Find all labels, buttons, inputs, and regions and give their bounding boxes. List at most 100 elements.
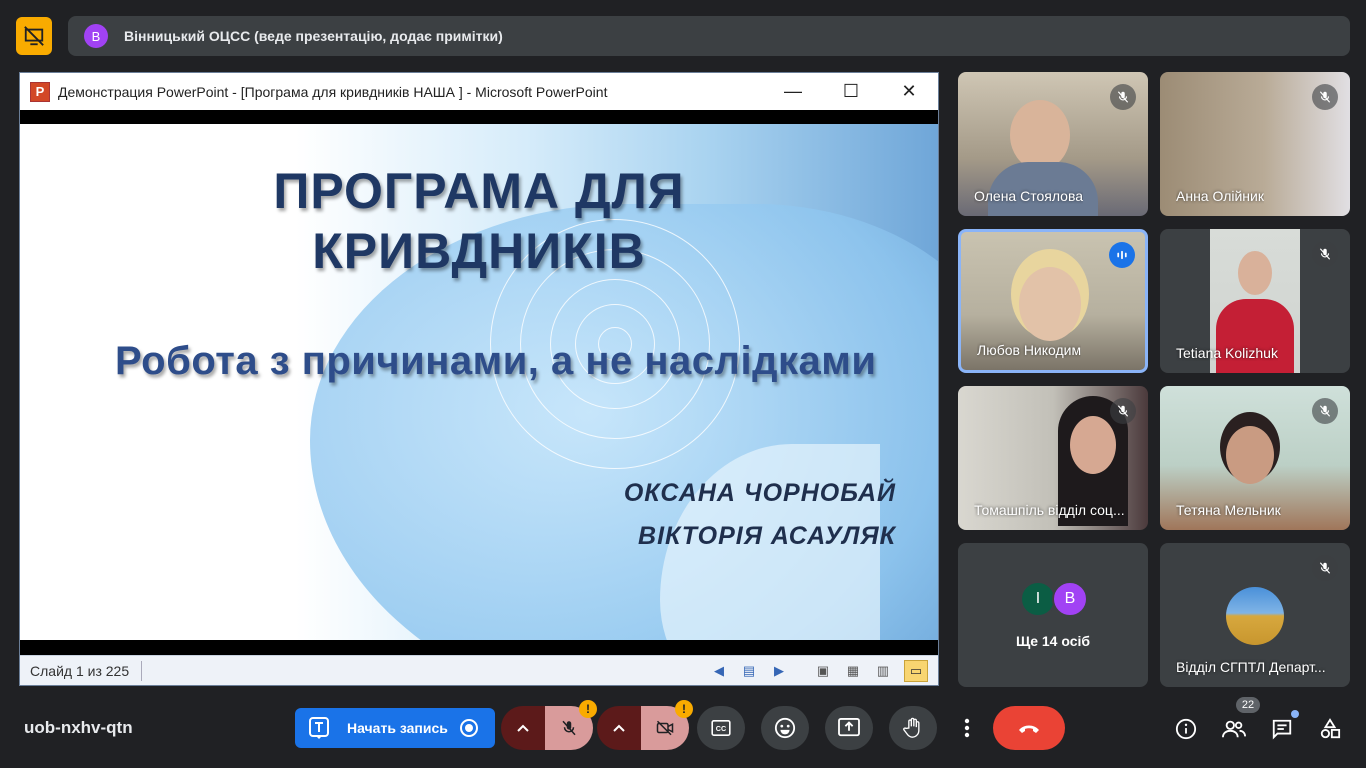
present-now-button[interactable]: [825, 706, 873, 750]
divider: [141, 660, 143, 681]
ppt-window-title: Демонстрация PowerPoint - [Програма для …: [58, 83, 608, 100]
mic-off-icon: [1312, 84, 1338, 110]
presenter-bar: В Вінницький ОЦСС (веде презентацію, дод…: [68, 16, 1350, 56]
participant-body: [1216, 299, 1294, 373]
slide: ПРОГРАМА ДЛЯ КРИВДНИКІВ Робота з причина…: [20, 124, 938, 640]
mic-off-icon: [1312, 241, 1338, 267]
chevron-up-icon: [517, 724, 529, 732]
presentation-off-icon: [24, 26, 44, 46]
record-icon: [460, 719, 478, 737]
people-icon[interactable]: [1219, 714, 1249, 744]
camera-off-icon: [656, 720, 674, 736]
mic-options-button[interactable]: [501, 706, 545, 750]
start-recording-label: Начать запись: [347, 720, 448, 736]
people-glyph: [1222, 720, 1246, 738]
participant-name: Анна Олійник: [1176, 188, 1264, 204]
participant-name: Любов Никодим: [977, 342, 1082, 358]
close-button[interactable]: ✕: [880, 73, 938, 110]
next-slide-icon[interactable]: ▶: [770, 662, 788, 680]
slideshow-view-icon[interactable]: ▭: [904, 660, 928, 682]
slide-menu-icon[interactable]: ▤: [740, 662, 758, 680]
mic-off-icon: [1110, 398, 1136, 424]
more-participants-tile[interactable]: І В Ще 14 осіб: [958, 543, 1148, 687]
chevron-up-icon: [613, 724, 625, 732]
reading-view-icon[interactable]: ▥: [874, 662, 892, 680]
more-options-button[interactable]: [953, 706, 981, 750]
emoji-icon: [774, 717, 796, 739]
slide-area: ПРОГРАМА ДЛЯ КРИВДНИКІВ Робота з причина…: [20, 110, 938, 656]
activities-icon[interactable]: [1315, 714, 1345, 744]
participant-tile[interactable]: Тетяна Мельник: [1160, 386, 1350, 530]
captions-icon: CC: [711, 720, 731, 736]
speaking-indicator-icon: [1109, 242, 1135, 268]
slide-subtitle: Робота з причинами, а не наслідками: [115, 339, 877, 383]
minimize-button[interactable]: —: [764, 73, 822, 110]
presenter-label: Вінницький ОЦСС (веде презентацію, додає…: [124, 28, 503, 44]
raise-hand-icon: [903, 717, 920, 738]
info-icon: [1175, 718, 1197, 740]
ppt-titlebar: P Демонстрация PowerPoint - [Програма дл…: [20, 73, 938, 110]
status-icons: ◀ ▤ ▶ ▣ ▦ ▥ ▭: [710, 660, 928, 682]
more-vert-icon: [964, 718, 970, 738]
chat-icon[interactable]: [1267, 710, 1299, 744]
participant-video: [1010, 100, 1070, 170]
camera-warning-badge: !: [675, 700, 693, 718]
present-screen-icon: [838, 718, 860, 737]
participant-tile[interactable]: Tetiana Kolizhuk: [1160, 229, 1350, 373]
chat-glyph: [1272, 719, 1292, 740]
participant-face: [1238, 251, 1272, 295]
participant-count-badge: 22: [1236, 697, 1260, 713]
captions-button[interactable]: CC: [697, 706, 745, 750]
stop-presenting-icon[interactable]: [16, 17, 52, 55]
hang-up-icon: [1019, 725, 1039, 733]
participant-tile[interactable]: Олена Стоялова: [958, 72, 1148, 216]
mic-control-group: !: [501, 700, 597, 750]
mic-warning-badge: !: [579, 700, 597, 718]
normal-view-icon[interactable]: ▣: [814, 662, 832, 680]
participant-video: [1070, 416, 1116, 474]
new-message-dot: [1291, 710, 1299, 718]
participant-name: Олена Стоялова: [974, 188, 1084, 204]
participant-name: Tetiana Kolizhuk: [1176, 345, 1278, 361]
participant-name: Томашпіль відділ соц...: [974, 502, 1125, 518]
participant-video: [1226, 426, 1274, 484]
camera-options-button[interactable]: [597, 706, 641, 750]
participant-tile[interactable]: Томашпіль відділ соц...: [958, 386, 1148, 530]
presenter-avatar: В: [84, 24, 108, 48]
previous-slide-icon[interactable]: ◀: [710, 662, 728, 680]
sorter-view-icon[interactable]: ▦: [844, 662, 862, 680]
participant-avatar: І: [1020, 581, 1056, 617]
mic-off-icon: [1312, 398, 1338, 424]
microphone-toggle-button[interactable]: !: [545, 700, 597, 750]
participant-tile-active[interactable]: Любов Никодим: [958, 229, 1148, 373]
transcript-icon: [309, 717, 329, 739]
leave-call-button[interactable]: [993, 706, 1065, 750]
slide-counter: Слайд 1 из 225: [30, 662, 130, 679]
mic-off-icon: [562, 720, 576, 736]
more-participants-label: Ще 14 осіб: [1015, 633, 1091, 649]
slide-title-line2: КРИВДНИКІВ: [312, 223, 646, 279]
camera-toggle-button[interactable]: !: [641, 700, 693, 750]
meeting-details-icon[interactable]: [1171, 714, 1201, 744]
camera-control-group: !: [597, 700, 693, 750]
mic-off-icon: [1312, 555, 1338, 581]
powerpoint-logo-icon: P: [30, 81, 50, 102]
slide-title-line1: ПРОГРАМА ДЛЯ: [273, 163, 685, 219]
slide-author-2: ВІКТОРІЯ АСАУЛЯК: [638, 522, 896, 550]
presentation-window: P Демонстрация PowerPoint - [Програма дл…: [19, 72, 939, 686]
shapes-icon: [1320, 718, 1341, 739]
participant-name: Тетяна Мельник: [1176, 502, 1281, 518]
maximize-button[interactable]: ☐: [822, 73, 880, 110]
participant-avatar: [1226, 587, 1284, 645]
reactions-button[interactable]: [761, 706, 809, 750]
mic-off-icon: [1110, 84, 1136, 110]
participant-avatar: В: [1052, 581, 1088, 617]
raise-hand-button[interactable]: [889, 706, 937, 750]
svg-text:CC: CC: [716, 724, 726, 733]
start-recording-button[interactable]: Начать запись: [295, 708, 495, 748]
participant-tile[interactable]: Відділ СГПТЛ Департ...: [1160, 543, 1350, 687]
participant-name: Відділ СГПТЛ Департ...: [1176, 659, 1326, 675]
ppt-statusbar: Слайд 1 из 225 ◀ ▤ ▶ ▣ ▦ ▥ ▭: [20, 655, 938, 685]
participant-tile[interactable]: Анна Олійник: [1160, 72, 1350, 216]
participant-video: [1019, 267, 1081, 341]
